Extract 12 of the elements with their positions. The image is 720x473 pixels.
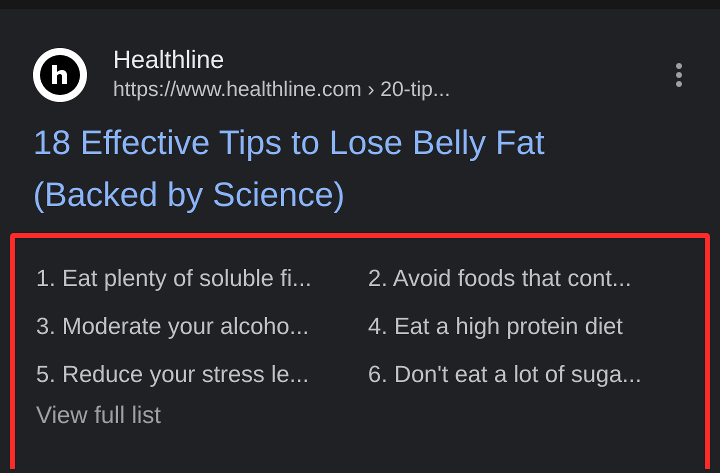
list-item[interactable]: 1. Eat plenty of soluble fi... xyxy=(36,256,312,300)
more-options-icon[interactable] xyxy=(674,62,684,88)
list-item[interactable]: 4. Eat a high protein diet xyxy=(368,304,623,348)
view-full-list-link[interactable]: View full list xyxy=(36,396,161,436)
site-url[interactable]: https://www.healthline.com › 20-tip... xyxy=(113,75,450,105)
list-item[interactable]: 6. Don't eat a lot of suga... xyxy=(368,352,642,396)
list-item[interactable]: 5. Reduce your stress le... xyxy=(36,352,309,396)
site-logo-icon xyxy=(33,48,87,102)
list-item[interactable]: 2. Avoid foods that cont... xyxy=(368,256,632,300)
site-name: Healthline xyxy=(113,45,224,75)
list-item[interactable]: 3. Moderate your alcoho... xyxy=(36,304,310,348)
result-title-link[interactable]: 18 Effective Tips to Lose Belly Fat (Backed by Science) xyxy=(33,117,653,221)
